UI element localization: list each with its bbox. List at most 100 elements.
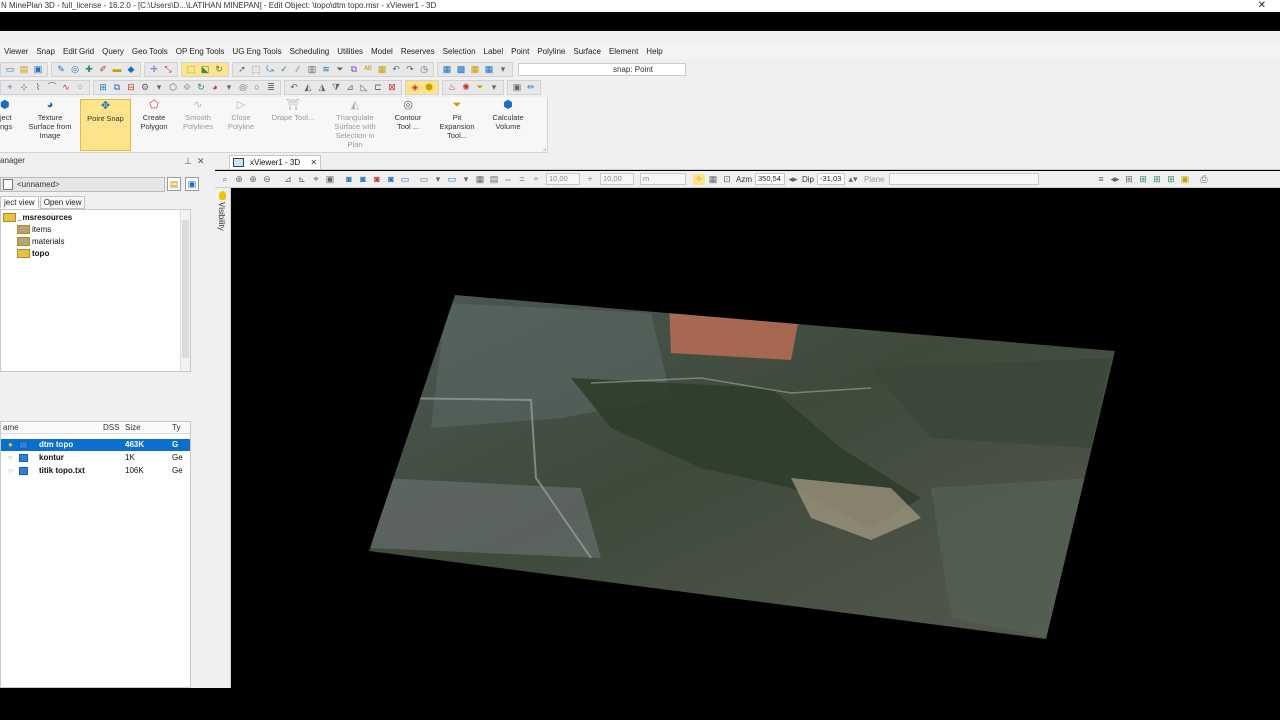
open-icon[interactable]: ▤ [18,64,30,75]
tree-item-topo[interactable]: topo [17,248,49,259]
file-row[interactable]: ○ titik topo.txt 106K Ge [1,465,190,477]
unit-select[interactable]: m [640,173,686,185]
new-icon[interactable]: ▭ [4,64,16,75]
project-combo[interactable]: <unnamed> [0,177,165,192]
select-active-icon[interactable]: ⬚ [185,64,197,75]
funnel-icon[interactable]: ⏷ [474,82,486,93]
group-icon[interactable]: ⧉ [348,64,360,75]
tab-open-view[interactable]: Open view [39,196,86,209]
chevron-down-icon-4[interactable]: ▾ [488,82,500,93]
view-plan-icon[interactable]: ⊿ [282,174,294,185]
bulb-icon[interactable] [219,191,226,200]
grid-icon[interactable]: ▦ [441,64,453,75]
node-icon[interactable]: ⟐ [181,82,193,93]
tab-project-view[interactable]: ject view [0,196,39,209]
target-icon[interactable]: ◎ [237,82,249,93]
monitor-view-icon[interactable]: ▭ [446,174,458,185]
menu-point[interactable]: Point [507,45,533,58]
box-select-icon[interactable]: ⬚ [250,64,262,75]
chevron-down-icon-2[interactable]: ▾ [153,82,165,93]
chevron-down-icon-5[interactable]: ▾ [432,174,444,185]
brush-icon[interactable]: ✏ [525,82,537,93]
camera-save-icon[interactable]: ◙ [385,174,397,185]
save-icon[interactable]: ▣ [32,64,44,75]
ribbon-object-settings[interactable]: ⬢ ject ngs [0,99,22,151]
screen-icon[interactable]: ▭ [399,174,411,185]
curve-icon[interactable]: ∿ [60,82,72,93]
check-icon[interactable]: ✓ [278,64,290,75]
file-row[interactable]: ○ kontur 1K Ge [1,452,190,464]
print-icon[interactable]: ⎙ [1198,174,1210,185]
refresh-icon[interactable]: ↻ [213,64,225,75]
grid-add-icon[interactable]: ✚ [83,64,95,75]
tree-scrollbar-thumb[interactable] [182,220,189,358]
menu-query[interactable]: Query [98,45,128,58]
stack-icon[interactable]: ⊏ [372,82,384,93]
menu-model[interactable]: Model [367,45,397,58]
menu-ug-eng-tools[interactable]: UG Eng Tools [228,45,285,58]
camera-rotate-icon[interactable]: ◙ [357,174,369,185]
col-dss[interactable]: DSS [103,422,119,434]
rect-icon[interactable]: ⊞ [97,82,109,93]
line-icon[interactable]: ⊹ [18,82,30,93]
menu-geo-tools[interactable]: Geo Tools [128,45,172,58]
ribbon-close-polyline[interactable]: ▷ Close Polyline [221,99,261,151]
sheet-add-icon[interactable]: ⊞ [1151,174,1163,185]
col-type[interactable]: Ty [172,422,180,434]
viewer-canvas[interactable] [231,188,1280,688]
visibility-icon[interactable]: ● [8,439,13,451]
dip-value[interactable]: -31,03 [817,173,846,185]
ribbon-create-polygon[interactable]: ⬠ Create Polygon [133,99,175,151]
ribbon-drape-tool[interactable]: ⛩ Drape Tool... [267,99,319,151]
undo-icon[interactable]: ↶ [390,64,402,75]
grid-dropdown-icon[interactable]: ▦ [483,64,495,75]
render-icon[interactable]: ▣ [511,82,523,93]
add-view-icon[interactable]: ⊞ [1123,174,1135,185]
pointer-icon[interactable]: ➚ [236,64,248,75]
azm-value[interactable]: 350,54 [755,173,785,185]
ribbon-smooth-polylines[interactable]: ∿ Smooth Polylines [177,99,219,151]
surface-mesh-icon[interactable]: ⧩ [330,82,342,93]
highlight-icon[interactable]: ▦ [376,64,388,75]
camera-record-icon[interactable]: ◙ [371,174,383,185]
visibility-icon[interactable]: ○ [8,465,13,477]
viewer-tab-close[interactable]: ✕ [310,158,317,167]
step-field-1[interactable]: 10,00 [546,173,580,185]
select-all-icon[interactable]: ⬕ [199,64,211,75]
menu-snap[interactable]: Snap [32,45,59,58]
camera-icon[interactable]: ◙ [343,174,355,185]
database-icon[interactable]: ◎ [69,64,81,75]
menu-polyline[interactable]: Polyline [533,45,569,58]
circle-icon[interactable]: ○ [251,82,263,93]
image-icon[interactable]: ▣ [1179,174,1191,185]
history-icon[interactable]: ◷ [418,64,430,75]
fire-icon[interactable]: ♨ [446,82,458,93]
pin-icon[interactable]: ⊥ [184,155,192,167]
surface-edit-icon[interactable]: ◮ [316,82,328,93]
ribbon-texture-surface[interactable]: ◕ Texture Surface from Image [24,99,76,151]
polyline-icon[interactable]: ⌇ [32,82,44,93]
object-cube-icon[interactable]: ◈ [409,82,421,93]
azm-spin-icon[interactable]: ◂▸ [787,174,799,185]
compass-icon[interactable]: ⊡ [721,174,733,185]
tree-item-items[interactable]: items [17,224,51,235]
lasso-icon[interactable]: ⤿ [264,64,276,75]
menu-viewer[interactable]: Viewer [0,45,32,58]
tree-scrollbar[interactable] [180,210,190,371]
pan-icon[interactable]: ⇔ [502,174,514,185]
zoom-fit-icon[interactable]: ⌕ [219,174,231,185]
grid-toggle-icon[interactable]: ▦ [474,174,486,185]
dots-icon[interactable]: ⁘ [74,82,86,93]
zoom-out-icon[interactable]: ⊖ [261,174,273,185]
ribbon-point-snap[interactable]: ✥ Point Snap [80,99,131,151]
step-plus-icon[interactable]: ÷ [584,174,596,185]
surface-icon[interactable]: ◭ [302,82,314,93]
menu-utilities[interactable]: Utilities [333,45,367,58]
view-3d-icon[interactable]: ⌖ [310,174,322,185]
ab-icon[interactable]: ᴬᴮ [362,64,374,75]
filter-icon[interactable]: ⏷ [334,64,346,75]
pen-icon[interactable]: ✎ [55,64,67,75]
cube-icon[interactable]: ⬡ [167,82,179,93]
col-size[interactable]: Size [125,422,141,434]
sync-icon[interactable]: ↻ [195,82,207,93]
